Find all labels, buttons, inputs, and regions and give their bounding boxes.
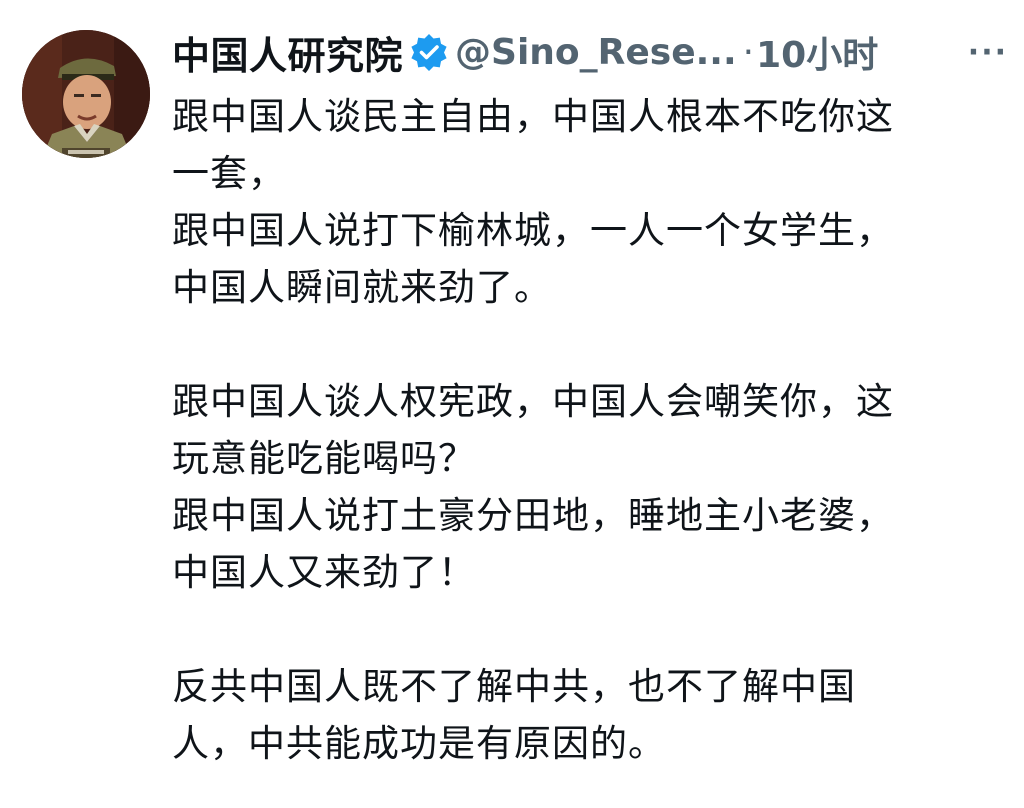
more-options-icon[interactable]: ···	[968, 35, 1008, 70]
tweet-text-line: 跟中国人说打土豪分田地，睡地主小老婆，	[172, 494, 894, 537]
tweet-text-line: 中国人瞬间就来劲了。	[172, 266, 552, 309]
tweet-text-line: 跟中国人谈人权宪政，中国人会嘲笑你，这	[172, 380, 894, 423]
tweet-text: 跟中国人谈民主自由，中国人根本不吃你这 一套， 跟中国人说打下榆林城，一人一个女学生…	[172, 88, 1012, 772]
tweet-text-line: 跟中国人说打下榆林城，一人一个女学生，	[172, 209, 894, 252]
tweet-text-line: 反共中国人既不了解中共，也不了解中国	[172, 665, 856, 708]
author-name[interactable]: 中国人研究院	[172, 25, 403, 80]
tweet-text-line: 一套，	[172, 152, 286, 195]
paragraph-break	[172, 601, 1012, 658]
tweet-text-line: 跟中国人谈民主自由，中国人根本不吃你这	[172, 95, 894, 138]
tweet-text-line: 玩意能吃能喝吗？	[172, 437, 476, 480]
verified-badge-icon	[409, 32, 449, 72]
tweet-text-line: 人，中共能成功是有原因的。	[172, 722, 666, 765]
separator-dot: ·	[742, 31, 755, 73]
author-handle[interactable]: @Sino_Rese...	[455, 32, 737, 73]
avatar-image	[22, 30, 150, 158]
tweet-text-line: 中国人又来劲了！	[172, 551, 476, 594]
paragraph-break	[172, 316, 1012, 373]
timestamp[interactable]: 10小时	[756, 26, 878, 78]
tweet-header: 中国人研究院 @Sino_Rese... · 10小时 ···	[172, 24, 1008, 80]
avatar[interactable]	[22, 30, 150, 158]
